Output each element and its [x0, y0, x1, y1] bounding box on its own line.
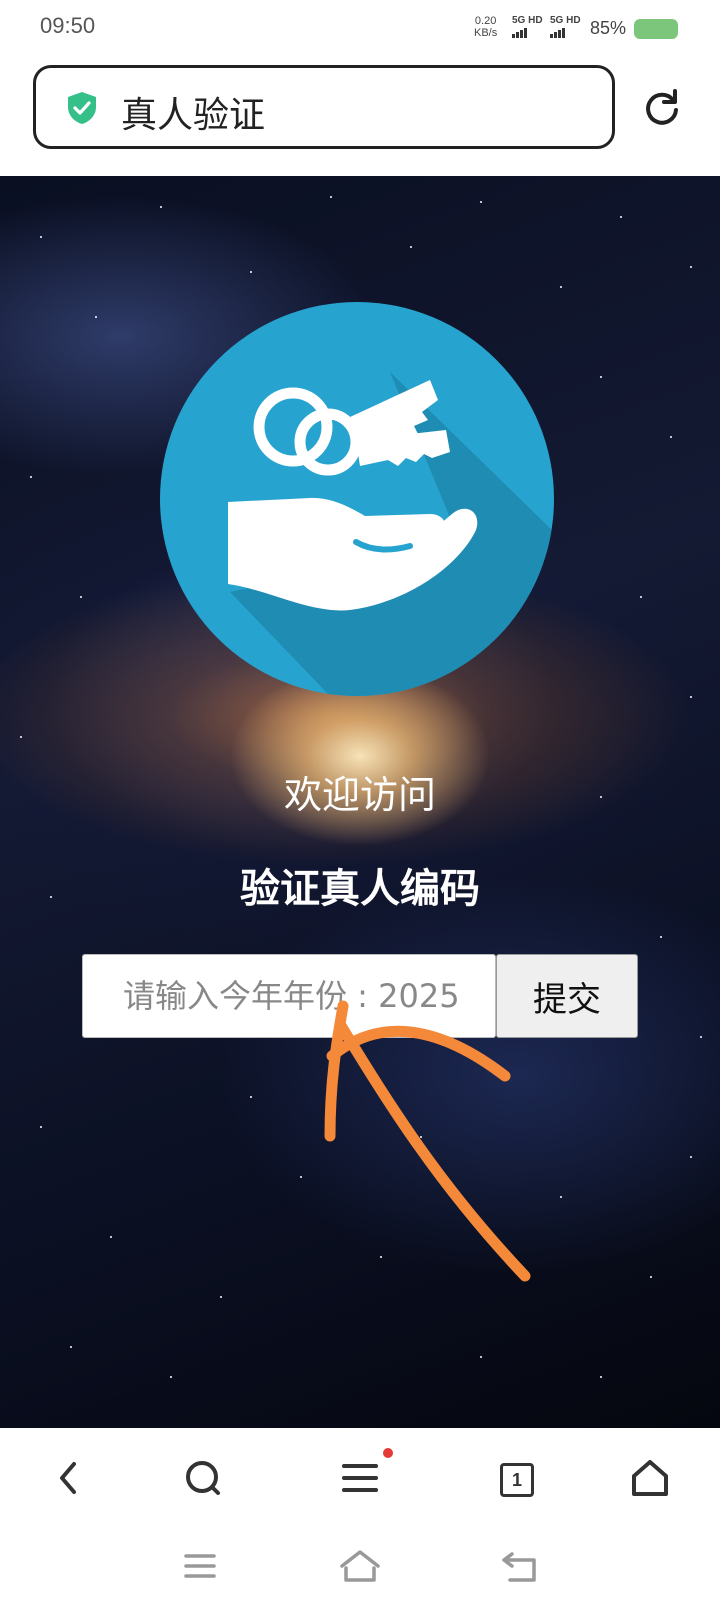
recents-button[interactable]: [176, 1546, 224, 1586]
battery-icon: [634, 19, 678, 39]
verification-heading: 验证真人编码: [240, 866, 480, 912]
sim1-label: 5G HD: [512, 15, 543, 26]
reload-icon[interactable]: [642, 88, 682, 128]
search-button[interactable]: [176, 1450, 232, 1506]
menu-icon: [342, 1464, 378, 1492]
tabs-button[interactable]: 1: [489, 1450, 545, 1506]
home-button[interactable]: [622, 1450, 678, 1506]
keys-in-hand-logo: [160, 302, 554, 696]
battery-percent: 85%: [590, 18, 627, 38]
network-speed: 0.20 KB/s: [474, 15, 497, 39]
back-icon: [502, 1552, 536, 1582]
status-time: 09:50: [40, 13, 96, 38]
verification-page: 欢迎访问 验证真人编码 提交: [0, 176, 720, 1428]
home-icon: [340, 1550, 380, 1582]
system-navigation-bar: [0, 1528, 720, 1612]
page-title: 真人验证: [121, 95, 266, 136]
sim2-label: 5G HD: [550, 15, 581, 26]
sim1-signal-icon: [512, 27, 543, 38]
sim2-signal-icon: [550, 27, 581, 38]
menu-notification-dot: [383, 1448, 393, 1458]
browser-toolbar: 1: [0, 1428, 720, 1528]
welcome-text: 欢迎访问: [283, 773, 436, 817]
shield-check-icon: [68, 92, 96, 124]
back-icon: [60, 1462, 76, 1494]
sim1-signal: 5G HD: [512, 15, 543, 38]
recents-icon: [184, 1554, 216, 1578]
menu-button[interactable]: [332, 1450, 388, 1506]
address-bar[interactable]: 真人验证: [33, 65, 615, 149]
system-back-button[interactable]: [498, 1546, 546, 1586]
network-speed-unit: KB/s: [474, 27, 498, 39]
keys-in-hand-icon: [228, 380, 478, 611]
status-bar: 09:50 0.20 KB/s 5G HD 5G HD 85%: [0, 0, 720, 58]
system-home-button[interactable]: [336, 1546, 384, 1586]
network-speed-value: 0.20: [474, 15, 497, 27]
submit-button[interactable]: 提交: [496, 954, 638, 1038]
back-button[interactable]: [40, 1450, 96, 1506]
tabs-icon: 1: [500, 1463, 534, 1497]
home-icon: [632, 1460, 668, 1496]
sim2-signal: 5G HD: [550, 15, 581, 38]
year-input[interactable]: [82, 954, 496, 1038]
search-icon: [186, 1461, 220, 1495]
